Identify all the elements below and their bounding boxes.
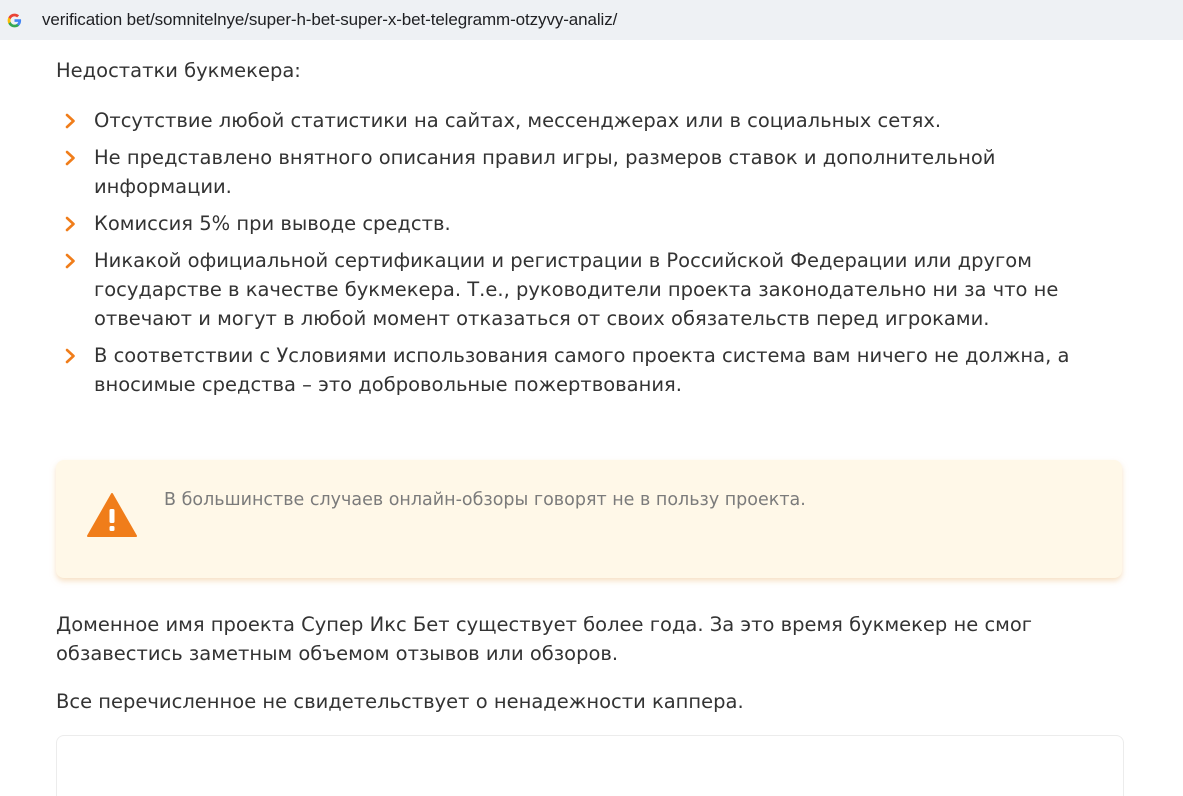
list-item: Никакой официальной сертификации и регис… <box>56 246 1126 333</box>
list-item: Комиссия 5% при выводе средств. <box>56 209 1126 238</box>
url-text[interactable]: verification bet/somnitelnye/super-h-bet… <box>42 10 617 30</box>
paragraph-conclusion: Все перечисленное не свидетельствует о н… <box>56 690 744 713</box>
list-item-text: Никакой официальной сертификации и регис… <box>94 249 1059 330</box>
paragraph-domain: Доменное имя проекта Супер Икс Бет сущес… <box>56 613 1033 665</box>
address-bar[interactable]: verification bet/somnitelnye/super-h-bet… <box>0 0 1183 40</box>
chevron-right-icon <box>65 106 79 135</box>
list-item-text: В соответствии с Условиями использования… <box>94 344 1070 396</box>
warning-text: В большинстве случаев онлайн-обзоры гово… <box>164 490 806 510</box>
list-item-text: Комиссия 5% при выводе средств. <box>94 212 451 235</box>
chevron-right-icon <box>65 209 79 238</box>
google-g-icon <box>6 12 22 28</box>
cons-list: Отсутствие любой статистики на сайтах, м… <box>56 106 1126 407</box>
list-item-text: Отсутствие любой статистики на сайтах, м… <box>94 109 942 132</box>
chevron-right-icon <box>65 143 79 172</box>
list-item-text: Не представлено внятного описания правил… <box>94 146 996 198</box>
list-item: Не представлено внятного описания правил… <box>56 143 1126 201</box>
cons-heading: Недостатки букмекера: <box>56 59 301 82</box>
warning-callout: В большинстве случаев онлайн-обзоры гово… <box>56 460 1122 578</box>
list-item: Отсутствие любой статистики на сайтах, м… <box>56 106 1126 135</box>
next-content-card <box>56 735 1124 796</box>
chevron-right-icon <box>65 246 79 275</box>
warning-triangle-icon <box>86 492 138 538</box>
list-item: В соответствии с Условиями использования… <box>56 341 1126 399</box>
chevron-right-icon <box>65 341 79 370</box>
